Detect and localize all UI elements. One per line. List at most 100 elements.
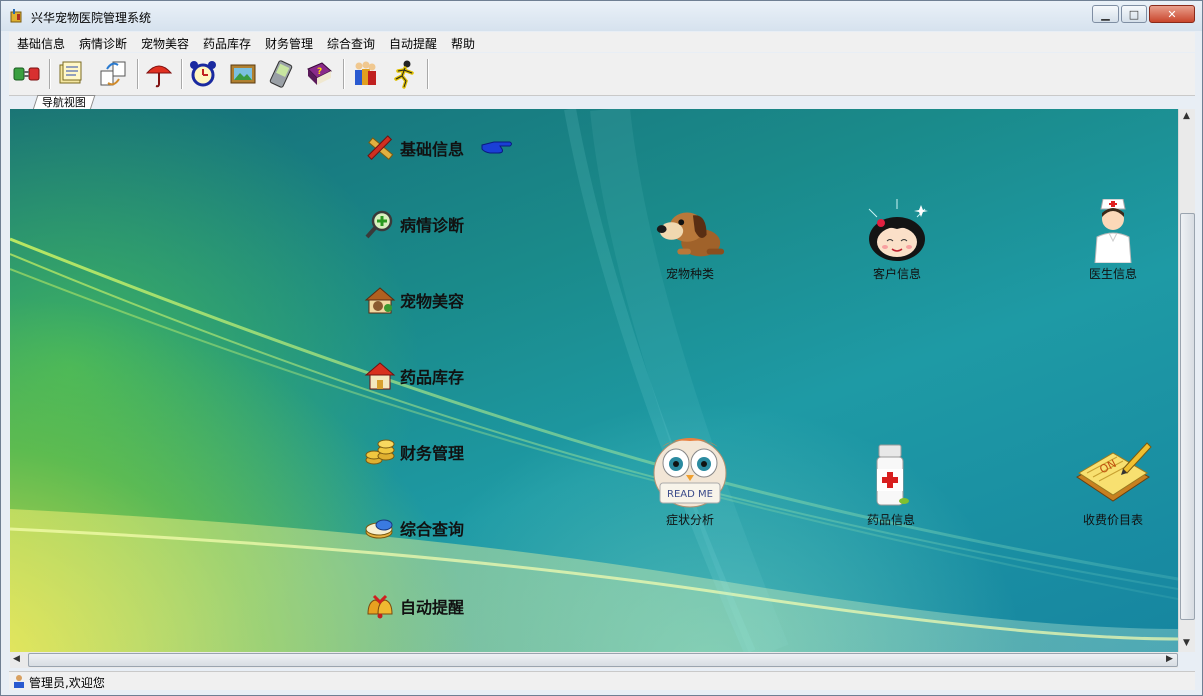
- nav-label: 自动提醒: [400, 598, 465, 617]
- menu-help[interactable]: 帮助: [451, 35, 475, 52]
- func-doctor-info[interactable]: 医生信息: [1058, 191, 1168, 282]
- toolbar-separator: [49, 59, 51, 89]
- scroll-left-icon[interactable]: ◀: [13, 654, 20, 664]
- menu-basic-info[interactable]: 基础信息: [17, 35, 65, 52]
- users-group-icon: [355, 61, 376, 85]
- transfer-files-icon: [100, 61, 126, 86]
- plug-icon: [13, 67, 40, 81]
- func-label: 客户信息: [872, 267, 921, 281]
- nav-finance[interactable]: 财务管理: [363, 435, 464, 469]
- pet-house-icon: [363, 283, 397, 317]
- menu-query[interactable]: 综合查询: [327, 35, 375, 52]
- notepad-icon: ON: [1073, 437, 1153, 509]
- dog-icon: [650, 191, 730, 263]
- toolbar-separator: [137, 59, 139, 89]
- func-label: 医生信息: [1088, 267, 1137, 281]
- status-text: 管理员,欢迎您: [29, 676, 105, 690]
- menu-finance[interactable]: 财务管理: [265, 35, 313, 52]
- tab-navigation-view[interactable]: 导航视图: [32, 95, 96, 110]
- scroll-up-icon[interactable]: ▲: [1183, 111, 1190, 121]
- toolbar: ?: [9, 53, 1195, 96]
- pointing-hand-icon: [481, 141, 512, 154]
- nav-label: 药品库存: [400, 368, 465, 387]
- coins-icon: [363, 435, 397, 469]
- toolbar-picture-button[interactable]: [227, 58, 259, 90]
- toolbar-documents-button[interactable]: [55, 58, 87, 90]
- status-bar: 管理员,欢迎您: [9, 671, 1195, 690]
- umbrella-icon: [145, 65, 173, 88]
- nav-label: 宠物美容: [400, 292, 465, 311]
- menu-pet-beauty[interactable]: 宠物美容: [141, 35, 189, 52]
- menu-bar: 基础信息 病情诊断 宠物美容 药品库存 财务管理 综合查询 自动提醒 帮助: [9, 32, 1195, 52]
- minimize-icon: ▁: [1101, 7, 1110, 21]
- menu-medicine-stock[interactable]: 药品库存: [203, 35, 251, 52]
- toolbar-users-button[interactable]: [349, 58, 381, 90]
- background-wave: [10, 109, 1178, 652]
- func-medicine-info[interactable]: 药品信息: [836, 437, 946, 528]
- alarm-clock-icon: [190, 61, 216, 87]
- func-label: 宠物种类: [665, 267, 714, 281]
- title-bar[interactable]: 兴华宠物医院管理系统 ▁ □ ✕: [1, 1, 1202, 31]
- func-label: 症状分析: [665, 513, 714, 527]
- toolbar-alarm-button[interactable]: [187, 58, 219, 90]
- framed-picture-icon: [230, 64, 256, 84]
- func-label: 收费价目表: [1082, 513, 1143, 527]
- horizontal-scroll-thumb[interactable]: [28, 653, 1178, 667]
- toolbar-help-book-button[interactable]: ?: [303, 58, 335, 90]
- nav-basic-info[interactable]: 基础信息: [363, 131, 464, 165]
- scroll-down-icon[interactable]: ▼: [1183, 638, 1190, 648]
- medicine-bottle-icon: [851, 437, 931, 509]
- maximize-button[interactable]: □: [1121, 5, 1147, 23]
- svg-text:READ ME: READ ME: [667, 489, 713, 500]
- toolbar-exit-button[interactable]: [389, 58, 421, 90]
- navigation-panel: 基础信息 病情诊断 宠物美容 药品库存 财务管理 综合查询 自动提醒 宠物种类 …: [10, 109, 1178, 652]
- app-icon: [10, 9, 22, 23]
- bells-icon: [363, 589, 397, 623]
- nav-pet-beauty[interactable]: 宠物美容: [363, 283, 464, 317]
- magnifier-plus-icon: [363, 207, 397, 241]
- pills-icon: [363, 511, 397, 545]
- girl-face-icon: [857, 191, 937, 263]
- nav-medicine-stock[interactable]: 药品库存: [363, 359, 464, 393]
- menu-reminder[interactable]: 自动提醒: [389, 35, 437, 52]
- minimize-button[interactable]: ▁: [1092, 5, 1119, 23]
- func-symptom-analysis[interactable]: READ ME 症状分析: [635, 437, 745, 528]
- owl-read-me-icon: READ ME: [650, 437, 730, 509]
- vertical-scroll-thumb[interactable]: [1180, 213, 1195, 620]
- window-title: 兴华宠物医院管理系统: [31, 11, 152, 25]
- toolbar-separator: [427, 59, 429, 89]
- document-stack-icon: [59, 61, 82, 84]
- nav-reminder[interactable]: 自动提醒: [363, 589, 464, 623]
- vertical-scrollbar[interactable]: ▲ ▼: [1178, 109, 1195, 652]
- nurse-icon: [1073, 191, 1153, 263]
- func-label: 药品信息: [866, 513, 915, 527]
- pencil-ruler-icon: [363, 131, 397, 165]
- func-pet-types[interactable]: 宠物种类: [635, 191, 745, 282]
- toolbar-device-button[interactable]: [265, 58, 297, 90]
- close-button[interactable]: ✕: [1149, 5, 1195, 23]
- nav-label: 财务管理: [400, 444, 465, 463]
- toolbar-umbrella-button[interactable]: [143, 58, 175, 90]
- close-icon: ✕: [1167, 7, 1177, 21]
- svg-text:?: ?: [317, 67, 322, 77]
- func-customer-info[interactable]: 客户信息: [842, 191, 952, 282]
- toolbar-connect-button[interactable]: [11, 58, 43, 90]
- nav-query[interactable]: 综合查询: [363, 511, 464, 545]
- help-book-icon: ?: [307, 62, 332, 85]
- handheld-device-icon: [269, 60, 293, 88]
- toolbar-separator: [181, 59, 183, 89]
- running-man-icon: [394, 60, 414, 89]
- user-icon: [14, 675, 24, 688]
- maximize-icon: □: [1128, 7, 1140, 21]
- scroll-right-icon[interactable]: ▶: [1166, 654, 1173, 664]
- main-window: 兴华宠物医院管理系统 ▁ □ ✕ 基础信息 病情诊断 宠物美容 药品库存 财务管…: [0, 0, 1203, 696]
- house-icon: [363, 359, 397, 393]
- nav-label: 病情诊断: [400, 216, 465, 235]
- toolbar-transfer-button[interactable]: [97, 58, 129, 90]
- horizontal-scrollbar[interactable]: ◀ ▶: [10, 652, 1178, 668]
- func-price-list[interactable]: ON 收费价目表: [1058, 437, 1168, 528]
- menu-diagnosis[interactable]: 病情诊断: [79, 35, 127, 52]
- toolbar-separator: [343, 59, 345, 89]
- nav-label: 综合查询: [400, 520, 465, 539]
- nav-diagnosis[interactable]: 病情诊断: [363, 207, 464, 241]
